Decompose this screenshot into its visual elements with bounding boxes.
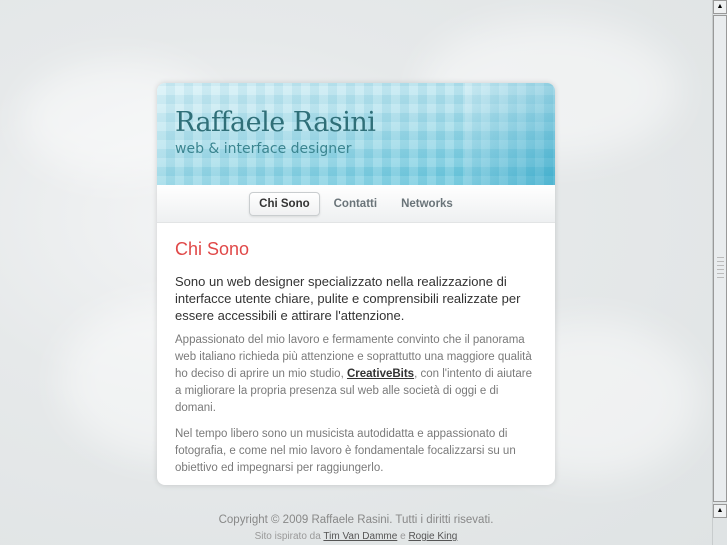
main-nav: Chi Sono Contatti Networks bbox=[157, 185, 555, 223]
main-card: Raffaele Rasini web & interface designer… bbox=[157, 83, 555, 485]
rogie-king-link[interactable]: Rogie King bbox=[408, 531, 457, 542]
site-header: Raffaele Rasini web & interface designer bbox=[157, 83, 555, 185]
nav-chi-sono[interactable]: Chi Sono bbox=[249, 191, 320, 216]
content: Chi Sono Sono un web designer specializz… bbox=[157, 223, 555, 485]
paragraph: Nel tempo libero sono un musicista autod… bbox=[175, 428, 516, 474]
grip-icon bbox=[717, 256, 724, 278]
nav-networks[interactable]: Networks bbox=[391, 192, 463, 216]
site-title: Raffaele Rasini bbox=[175, 107, 376, 138]
credits-text: e bbox=[400, 531, 406, 542]
scroll-up-button[interactable]: ▲ bbox=[713, 0, 727, 14]
lead-paragraph: Sono un web designer specializzato nella… bbox=[175, 274, 521, 323]
tim-van-damme-link[interactable]: Tim Van Damme bbox=[323, 531, 397, 542]
nav-contatti[interactable]: Contatti bbox=[324, 192, 387, 216]
site-subtitle: web & interface designer bbox=[175, 141, 352, 157]
credits-text: Sito ispirato da bbox=[254, 531, 321, 542]
scrollbar-thumb[interactable] bbox=[713, 15, 727, 502]
credits: Sito ispirato da Tim Van Damme e Rogie K… bbox=[0, 531, 712, 542]
copyright: Copyright © 2009 Raffaele Rasini. Tutti … bbox=[218, 514, 494, 526]
page-heading: Chi Sono bbox=[175, 239, 250, 259]
paragraph: Appassionato del mio lavoro e fermamente… bbox=[175, 332, 537, 417]
creativebits-link[interactable]: CreativeBits bbox=[347, 368, 414, 380]
scroll-down-button[interactable]: ▲ bbox=[713, 504, 727, 518]
header-logo-mark bbox=[465, 83, 555, 185]
vertical-scrollbar[interactable]: ▲ ▲ bbox=[712, 0, 727, 545]
